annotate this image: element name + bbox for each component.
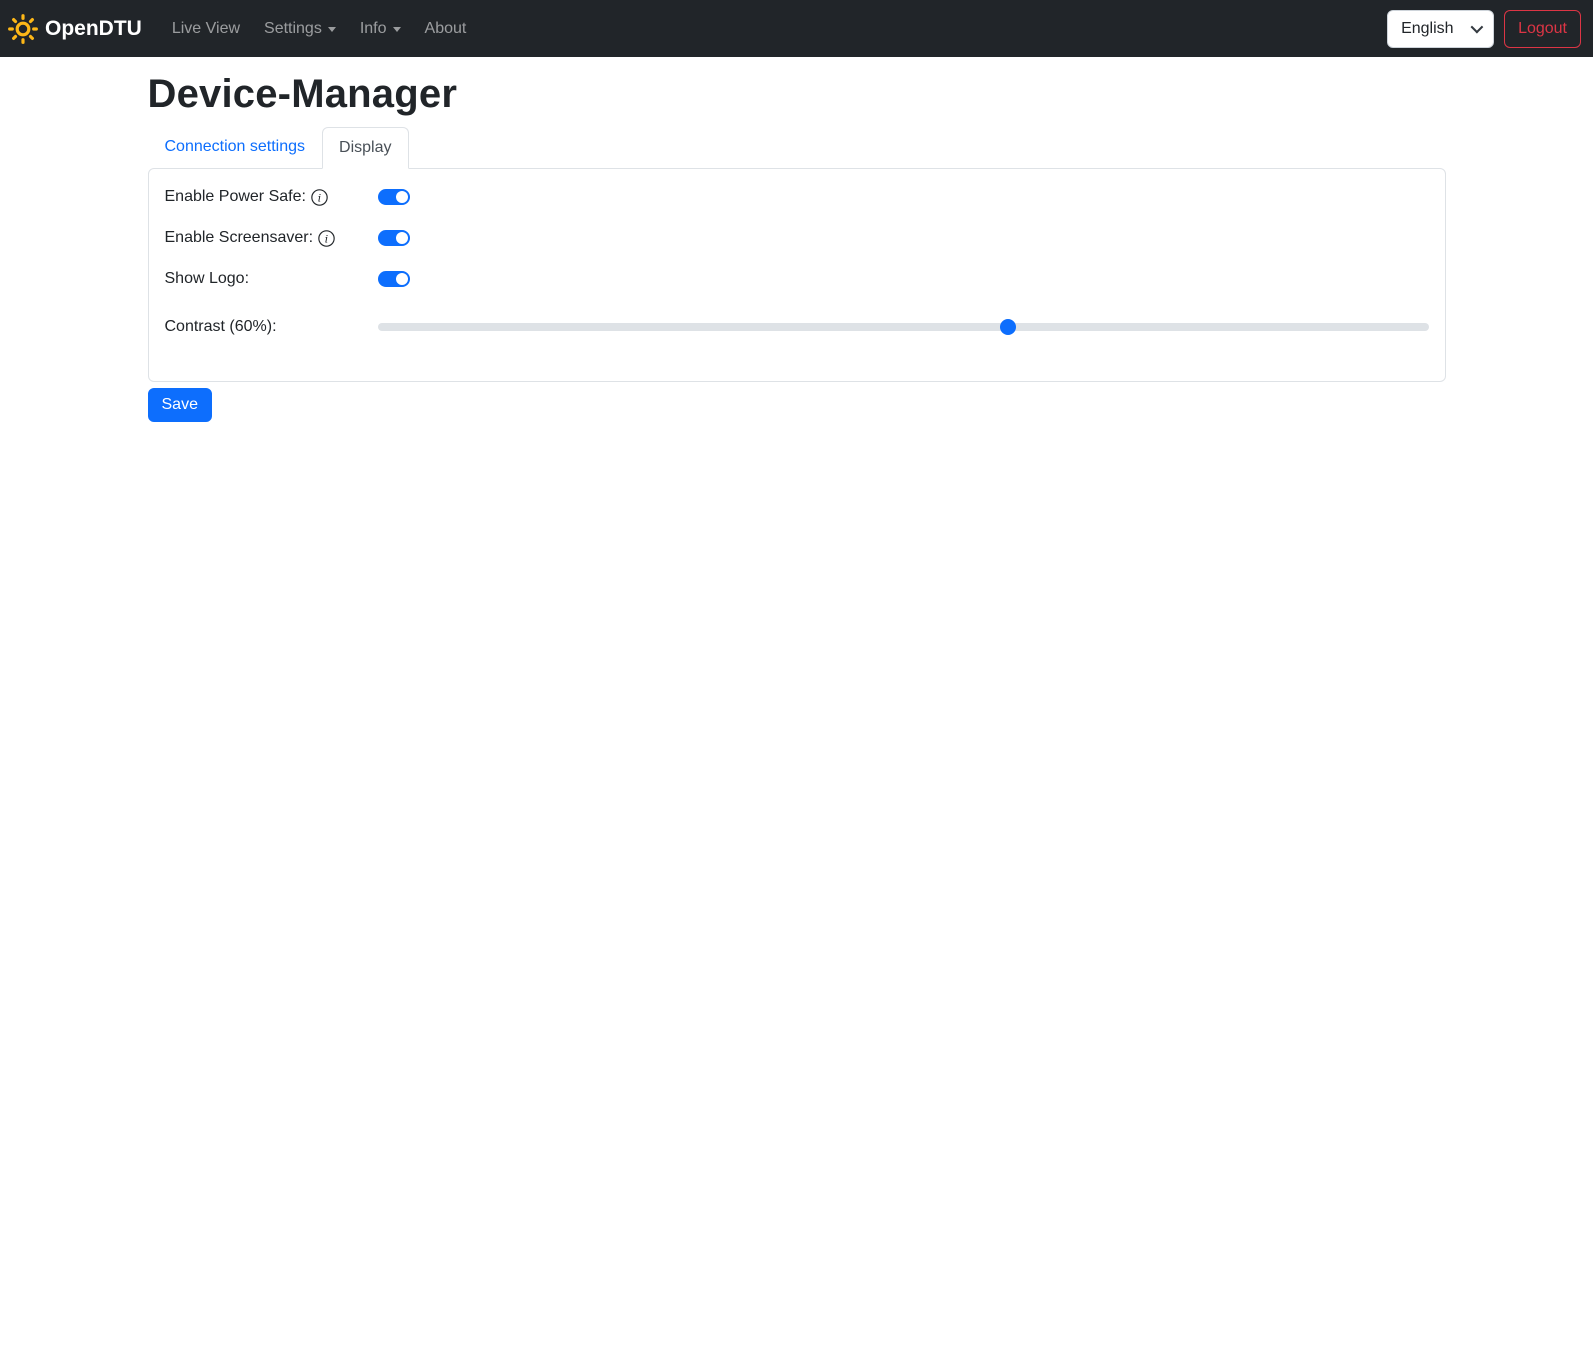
display-settings-card: Enable Power Safe: i Enable Screensaver: xyxy=(147,168,1446,382)
main-content: Device-Manager Connection settings Displ… xyxy=(147,72,1446,422)
form-row-show-logo: Show Logo: xyxy=(165,267,1429,291)
tab-bar: Connection settings Display xyxy=(148,126,1446,169)
chevron-down-icon xyxy=(392,27,401,32)
tab-display[interactable]: Display xyxy=(322,127,409,169)
field-control xyxy=(377,230,1429,246)
field-label-group: Contrast (60%): xyxy=(165,318,378,336)
nav-item-settings[interactable]: Settings xyxy=(256,12,344,46)
toggle-knob xyxy=(395,273,408,285)
svg-text:i: i xyxy=(325,232,328,245)
contrast-slider-thumb[interactable] xyxy=(1000,319,1017,335)
info-icon[interactable]: i xyxy=(318,229,335,247)
toggle-enable-screensaver[interactable] xyxy=(377,230,410,246)
nav-item-label: Live View xyxy=(171,19,241,37)
page-title: Device-Manager xyxy=(147,72,458,116)
form-row-enable-screensaver: Enable Screensaver: i xyxy=(165,226,1429,250)
field-label: Contrast (60%): xyxy=(164,318,277,335)
sun-icon xyxy=(8,13,38,44)
toggle-knob xyxy=(395,191,408,203)
field-label: Enable Screensaver: xyxy=(164,229,314,246)
navbar-right: English Logout xyxy=(1387,9,1581,48)
brand-link[interactable]: OpenDTU xyxy=(8,13,152,44)
tab-connection-settings[interactable]: Connection settings xyxy=(148,126,323,168)
brand-label: OpenDTU xyxy=(45,16,142,40)
nav-item-info[interactable]: Info xyxy=(352,12,409,46)
field-label-group: Enable Power Safe: i xyxy=(165,188,378,206)
language-select-value: English xyxy=(1401,19,1454,37)
field-label: Enable Power Safe: xyxy=(164,188,306,205)
form-row-contrast: Contrast (60%): xyxy=(165,315,1429,339)
field-label: Show Logo: xyxy=(164,270,250,287)
contrast-slider[interactable] xyxy=(377,319,1429,335)
logout-button[interactable]: Logout xyxy=(1504,9,1581,48)
nav-item-live-view[interactable]: Live View xyxy=(164,12,248,46)
chevron-down-icon xyxy=(1470,20,1484,33)
field-label-group: Enable Screensaver: i xyxy=(165,229,378,247)
contrast-slider-track[interactable] xyxy=(377,323,1429,331)
info-icon[interactable]: i xyxy=(311,188,328,206)
nav-item-about[interactable]: About xyxy=(417,12,475,46)
form-row-enable-power-safe: Enable Power Safe: i xyxy=(165,185,1429,209)
field-label-group: Show Logo: xyxy=(165,270,378,288)
field-control xyxy=(377,271,1429,287)
chevron-down-icon xyxy=(327,27,336,32)
toggle-enable-power-safe[interactable] xyxy=(377,189,410,205)
toggle-show-logo[interactable] xyxy=(377,271,410,287)
nav-item-label: Info xyxy=(359,19,387,37)
toggle-knob xyxy=(395,232,408,244)
language-select[interactable]: English xyxy=(1387,9,1495,48)
svg-text:i: i xyxy=(318,191,321,204)
nav-links: Live View Settings Info About xyxy=(160,12,479,46)
save-button[interactable]: Save xyxy=(147,388,212,422)
nav-item-label: Settings xyxy=(264,19,322,37)
navbar: OpenDTU Live View Settings Info About En… xyxy=(0,0,1593,57)
nav-item-label: About xyxy=(424,19,467,37)
navbar-left: OpenDTU Live View Settings Info About xyxy=(8,12,479,46)
field-control xyxy=(377,319,1429,335)
field-control xyxy=(377,189,1429,205)
